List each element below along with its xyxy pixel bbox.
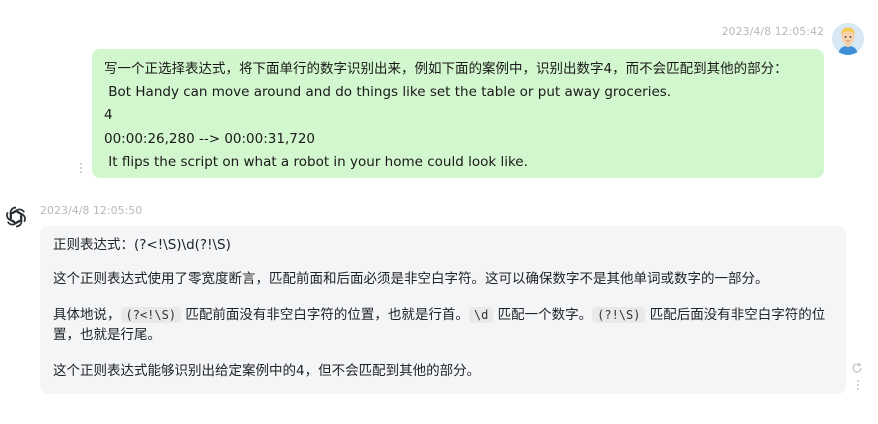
user-avatar[interactable] bbox=[832, 23, 864, 55]
bot-message-bubble: 正则表达式：(?<!\S)\d(?!\S) 这个正则表达式使用了零宽度断言，匹配… bbox=[40, 226, 846, 394]
detail-text: 匹配一个数字。 bbox=[493, 307, 593, 323]
user-message-more-icon[interactable] bbox=[78, 163, 84, 177]
regex-detail: 具体地说， (?<!\S) 匹配前面没有非空白字符的位置，也就是行首。 \d 匹配一… bbox=[53, 305, 833, 345]
user-message-line: It flips the script on what a robot in y… bbox=[104, 153, 528, 170]
user-message-line: Bot Handy can move around and do things … bbox=[104, 84, 672, 101]
user-message-line: 写一个正选择表达式，将下面单行的数字识别出来，例如下面的案例中，识别出数字4，而… bbox=[104, 61, 788, 77]
bot-message-timestamp: 2023/4/8 12:05:50 bbox=[40, 204, 143, 217]
detail-text: 具体地说， bbox=[53, 307, 121, 323]
regex-conclusion: 这个正则表达式能够识别出给定案例中的4，但不会匹配到其他的部分。 bbox=[53, 363, 481, 379]
openai-logo-icon bbox=[2, 203, 30, 231]
inline-code: (?<!\S) bbox=[120, 307, 182, 323]
user-message-line: 00:00:26,280 --> 00:00:31,720 bbox=[104, 130, 316, 147]
regex-answer: 正则表达式：(?<!\S)\d(?!\S) bbox=[53, 237, 231, 253]
user-message-timestamp: 2023/4/8 12:05:42 bbox=[721, 25, 824, 38]
inline-code: (?!\S) bbox=[592, 307, 646, 323]
inline-code: \d bbox=[468, 307, 494, 323]
detail-text: 匹配前面没有非空白字符的位置，也就是行首。 bbox=[181, 307, 469, 323]
user-message-bubble: 写一个正选择表达式，将下面单行的数字识别出来，例如下面的案例中，识别出数字4，而… bbox=[92, 49, 824, 178]
more-vertical-icon[interactable] bbox=[855, 380, 861, 394]
refresh-icon[interactable] bbox=[851, 359, 863, 373]
user-message-line: 4 bbox=[104, 107, 113, 124]
regex-explanation: 这个正则表达式使用了零宽度断言，匹配前面和后面必须是非空白字符。这可以确保数字不… bbox=[53, 271, 769, 287]
chat-page: 2023/4/8 12:05:42 写一个正选择表达式，将下面单行的数字识别出来… bbox=[0, 0, 878, 424]
